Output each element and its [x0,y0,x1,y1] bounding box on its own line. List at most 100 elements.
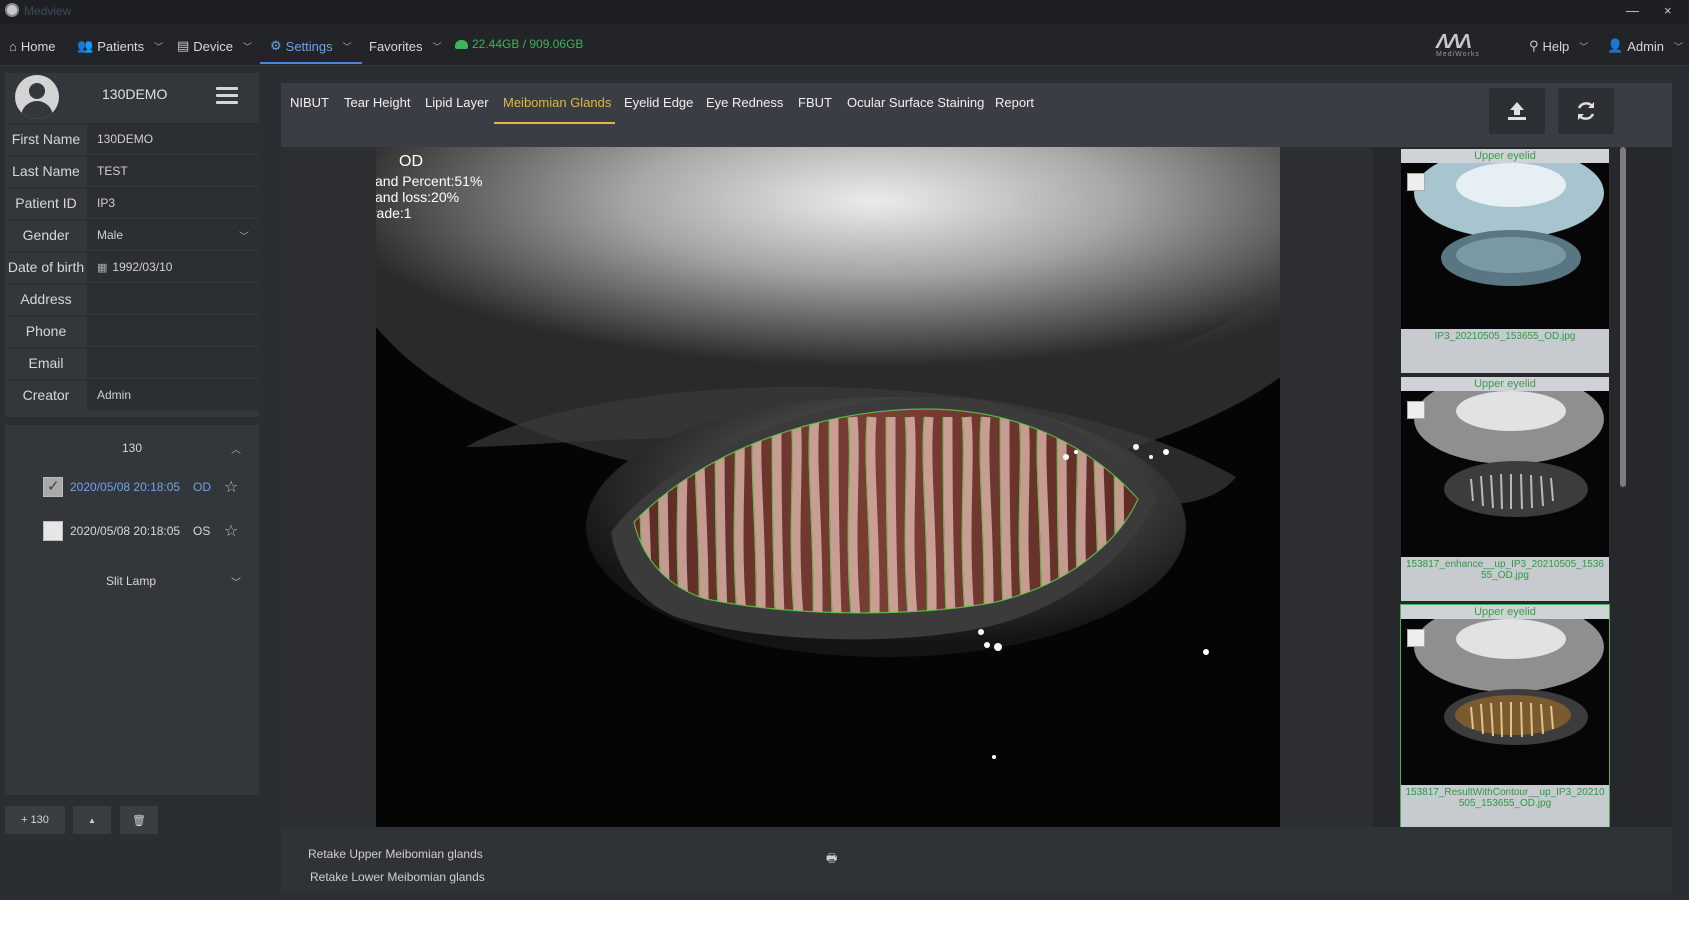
record-eye: OS [193,524,211,538]
field-patient-id: Patient ID IP3 [5,187,259,218]
tab-meibomian-glands[interactable]: Meibomian Glands [503,95,611,110]
close-button[interactable]: × [1664,3,1672,18]
refresh-button[interactable] [1558,88,1614,134]
eye-label: OD [399,153,423,170]
settings-active-indicator [260,62,362,64]
phone-field[interactable] [87,316,259,346]
menu-icon[interactable] [216,87,238,105]
thumbnail-checkbox[interactable] [1407,629,1425,647]
gland-stripe [809,416,823,613]
menu-patients[interactable]: 👥 Patients ﹀ [77,36,163,56]
thumbnail-item[interactable]: Upper eyelid [1401,377,1609,601]
active-tab-indicator [494,122,615,124]
record-row[interactable]: 2020/05/08 20:18:05 OS ☆ [5,516,259,546]
chevron-up-icon: ︿ [231,445,241,456]
chevron-down-icon: ﹀ [1674,41,1684,52]
patient-id-field[interactable]: IP3 [87,188,259,218]
tab-tear-height[interactable]: Tear Height [344,95,410,110]
first-name-field[interactable]: 130DEMO [87,124,259,154]
device-icon: ▤ [177,38,190,53]
address-field[interactable] [87,284,259,314]
thumbnail-caption: Upper eyelid [1401,605,1609,619]
menu-home[interactable]: ⌂ Home [9,36,56,56]
field-phone: Phone [5,315,259,346]
thumbnail-scrollbar[interactable] [1620,147,1626,487]
field-last-name: Last Name TEST [5,155,259,186]
tab-report[interactable]: Report [995,95,1034,110]
avatar [15,75,59,119]
menu-user[interactable]: 👤 Admin ﹀ [1607,36,1683,56]
thumbnail-filename: 153817_ResultWithContour__up_IP3_2021050… [1405,787,1605,809]
tab-lipid-layer[interactable]: Lipid Layer [425,95,489,110]
thumbnail-image[interactable] [1401,619,1609,785]
menu-help[interactable]: ⚲ Help ﹀ [1529,36,1588,56]
upload-icon [1508,102,1526,120]
tab-eyelid-edge[interactable]: Eyelid Edge [624,95,693,110]
field-label: Creator [22,387,70,403]
email-field[interactable] [87,348,259,378]
thumbnail-item[interactable]: Upper eyelid IP3_20210505_153655_OD.jpg [1401,149,1609,373]
chevron-down-icon: ﹀ [231,577,241,589]
tab-ocular-surface-staining[interactable]: Ocular Surface Staining [847,95,984,110]
thumbnail-image[interactable] [1401,391,1609,557]
chevron-down-icon: ﹀ [342,41,352,52]
field-label: Phone [25,323,67,339]
field-label: Date of birth [7,259,85,275]
bottom-panel: Retake Upper Meibomian glands Retake Low… [281,827,1672,893]
chevron-down-icon: ﹀ [432,41,442,52]
gland-stripe [848,416,861,613]
storage-text: 22.44GB / 909.06GB [472,37,584,51]
field-first-name: First Name 130DEMO [5,123,259,154]
retake-upper-button[interactable]: Retake Upper Meibomian glands [308,847,483,861]
analysis-tab-bar: NIBUT Tear Height Lipid Layer Meibomian … [281,83,1672,147]
gland-loss-text: Gland loss:20% [376,189,460,205]
gender-select[interactable]: Male ﹀ [87,220,259,250]
users-icon: 👥 [77,38,94,53]
last-name-field[interactable]: TEST [87,156,259,186]
slit-lamp-group[interactable]: Slit Lamp ﹀ [5,566,259,596]
record-row[interactable]: 2020/05/08 20:18:05 OD ☆ [5,472,259,502]
chevron-down-icon: ﹀ [239,232,249,243]
thumbnail-image[interactable] [1401,163,1609,329]
tab-fbut[interactable]: FBUT [798,95,832,110]
tab-nibut[interactable]: NIBUT [290,95,329,110]
menu-device[interactable]: ▤ Device ﹀ [177,36,252,56]
retake-lower-button[interactable]: Retake Lower Meibomian glands [310,870,485,884]
thumbnail-checkbox[interactable] [1407,401,1425,419]
gland-stripe [980,416,994,613]
patient-info-panel: 130DEMO First Name 130DEMO Last Name TES… [5,73,259,417]
creator-field[interactable]: Admin [87,380,259,410]
gland-stripe [886,416,899,613]
field-email: Email [5,347,259,378]
record-eye: OD [193,480,211,494]
delete-button[interactable]: 🗑 [120,806,158,834]
upload-button[interactable] [1489,88,1545,134]
menu-settings[interactable]: ⚙ Settings ﹀ [270,36,352,56]
dob-field[interactable]: ▦ 1992/03/10 [87,252,259,282]
star-icon[interactable]: ☆ [224,521,238,541]
thumbnail-checkbox[interactable] [1407,173,1425,191]
meibography-image[interactable]: OD Gland Percent:51% Gland loss:20% Grad… [376,147,1280,827]
gland-stripe [752,416,766,613]
menu-favorites[interactable]: Favorites ﹀ [369,36,441,56]
record-checkbox[interactable] [43,477,63,497]
minimize-button[interactable]: — [1626,3,1639,18]
logo-text: MediWorks [1436,51,1480,58]
gland-percent-text: Gland Percent:51% [376,173,483,189]
tab-eye-redness[interactable]: Eye Redness [706,95,783,110]
user-icon: 👤 [1607,38,1624,53]
thumbnail-eye-image [1401,391,1609,557]
thumbnail-item[interactable]: Upper eyelid [1400,604,1610,830]
field-label: Patient ID [15,195,77,211]
record-checkbox[interactable] [43,521,63,541]
location-pin-icon: ⚲ [1529,38,1539,53]
gland-stripe [866,416,880,613]
move-up-button[interactable]: ▲ [73,806,111,834]
field-label: Gender [22,227,70,243]
home-icon: ⌂ [9,38,17,54]
add-record-button[interactable]: + 130 [5,806,65,834]
gland-stripe [1019,416,1032,613]
print-icon[interactable]: 🖶 [826,849,837,870]
star-icon[interactable]: ☆ [224,477,238,497]
record-group-header[interactable]: 130 ︿ [5,437,259,461]
